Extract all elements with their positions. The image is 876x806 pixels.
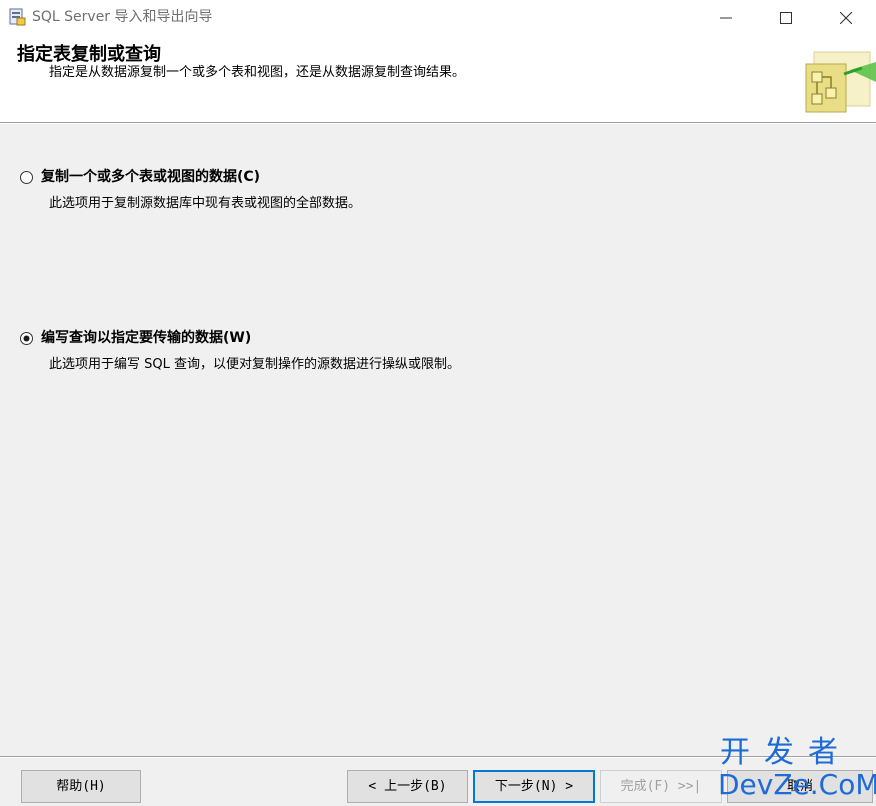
finish-button[interactable]: 完成(F) >>|	[600, 770, 722, 803]
wizard-header: 指定表复制或查询 指定是从数据源复制一个或多个表和视图，还是从数据源复制查询结果…	[0, 36, 876, 122]
copy-tables-label[interactable]: 复制一个或多个表或视图的数据(C)	[41, 167, 260, 187]
close-button[interactable]	[816, 0, 876, 36]
write-query-radio[interactable]	[20, 332, 33, 345]
write-query-description: 此选项用于编写 SQL 查询，以便对复制操作的源数据进行操纵或限制。	[49, 357, 460, 372]
wizard-app-icon	[7, 7, 27, 27]
minimize-icon	[720, 17, 732, 19]
copy-tables-radio[interactable]	[20, 171, 33, 184]
title-bar: SQL Server 导入和导出向导	[0, 0, 876, 36]
next-button[interactable]: 下一步(N) >	[473, 770, 595, 803]
window-title: SQL Server 导入和导出向导	[32, 9, 213, 25]
minimize-button[interactable]	[696, 0, 756, 36]
footer-divider-highlight	[0, 757, 876, 758]
cancel-button[interactable]: 取消	[727, 770, 873, 803]
maximize-icon	[780, 12, 792, 24]
watermark-top-text: 开发者	[720, 735, 852, 770]
write-query-label[interactable]: 编写查询以指定要传输的数据(W)	[41, 328, 251, 348]
page-subtitle: 指定是从数据源复制一个或多个表和视图，还是从数据源复制查询结果。	[49, 65, 466, 80]
copy-tables-description: 此选项用于复制源数据库中现有表或视图的全部数据。	[49, 196, 362, 211]
help-button[interactable]: 帮助(H)	[21, 770, 141, 803]
close-icon	[840, 12, 852, 24]
header-divider-highlight	[0, 123, 876, 124]
maximize-button[interactable]	[756, 0, 816, 36]
back-button[interactable]: < 上一步(B)	[347, 770, 468, 803]
table-copy-wizard-icon	[800, 42, 876, 118]
